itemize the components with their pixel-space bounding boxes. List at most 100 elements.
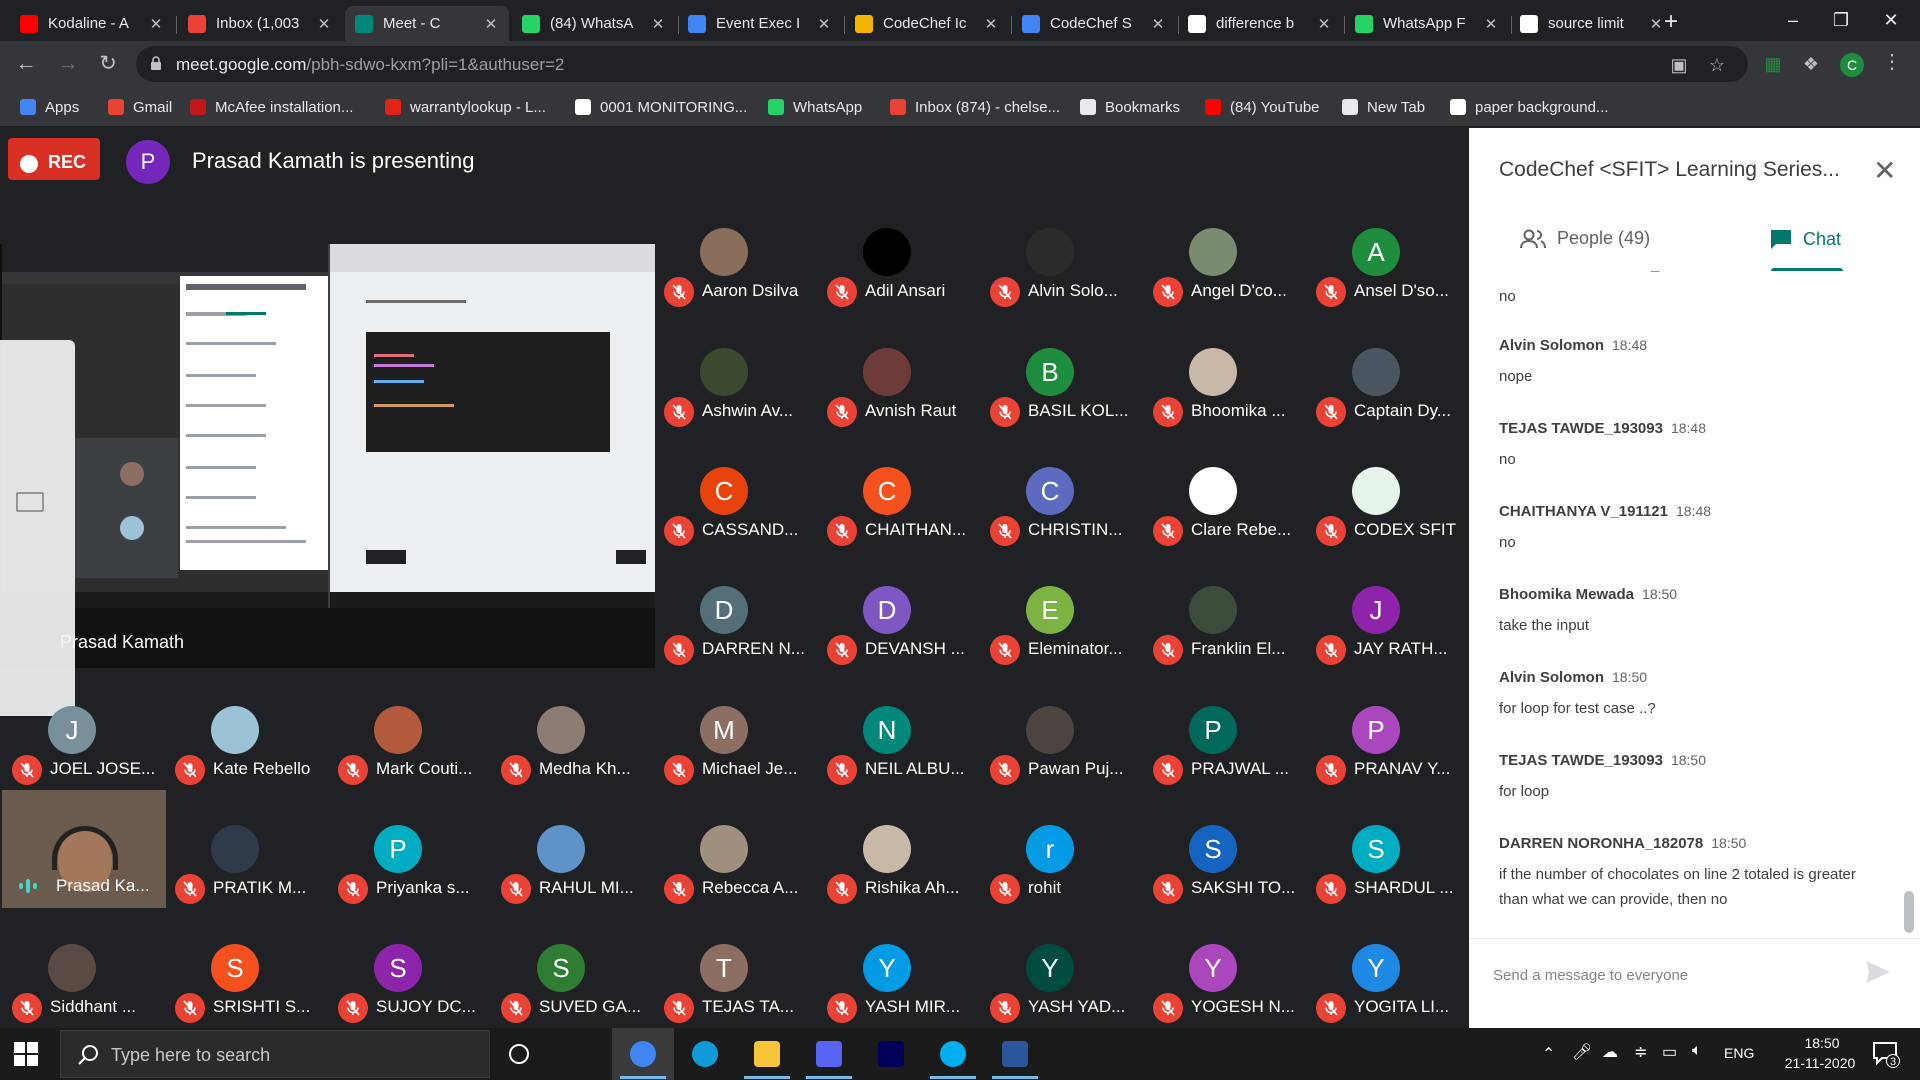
participant-tile[interactable]: Aaron Dsilva <box>652 220 812 332</box>
bookmark-item[interactable]: Apps <box>20 94 79 120</box>
participant-tile[interactable]: Bhoomika ... <box>1141 340 1301 452</box>
participant-tile[interactable]: Adil Ansari <box>815 220 975 332</box>
bookmark-item[interactable]: WhatsApp <box>768 94 862 120</box>
participant-tile[interactable]: Rishika Ah... <box>815 817 975 929</box>
participant-tile[interactable]: Franklin El... <box>1141 578 1301 690</box>
profile-avatar[interactable]: C <box>1840 53 1864 77</box>
participant-tile[interactable]: N NEIL ALBU... <box>815 698 975 810</box>
tab-close-icon[interactable]: ✕ <box>1316 15 1332 33</box>
present-screen-icon[interactable] <box>16 492 44 512</box>
bookmark-item[interactable]: warrantylookup - L... <box>385 94 546 120</box>
windows-start-icon[interactable] <box>14 1042 38 1066</box>
browser-tab[interactable]: Event Exec I ✕ <box>678 6 842 41</box>
browser-tab[interactable]: CodeChef Ic ✕ <box>845 6 1009 41</box>
participant-tile[interactable]: E Eleminator... <box>978 578 1138 690</box>
chat-message-input[interactable] <box>1493 963 1833 987</box>
participant-tile[interactable]: D DARREN N... <box>652 578 812 690</box>
participant-tile[interactable]: M Michael Je... <box>652 698 812 810</box>
bookmark-star-icon[interactable]: ☆ <box>1706 54 1728 76</box>
participant-tile[interactable]: Pawan Puj... <box>978 698 1138 810</box>
wifi-icon[interactable]: ≑ <box>1634 1042 1647 1062</box>
participant-tile[interactable]: P PRANAV Y... <box>1304 698 1464 810</box>
participant-tile[interactable]: Kate Rebello <box>163 698 323 810</box>
tab-close-icon[interactable]: ✕ <box>983 15 999 33</box>
microphone-icon[interactable]: 🎤︎ <box>1572 1042 1592 1062</box>
taskbar-app-edge[interactable] <box>674 1028 736 1080</box>
taskbar-app-discord[interactable] <box>798 1028 860 1080</box>
address-bar[interactable]: meet.google.com/pbh-sdwo-kxm?pli=1&authu… <box>136 46 1748 82</box>
bookmark-item[interactable]: Bookmarks <box>1080 94 1180 120</box>
bookmark-item[interactable]: paper background... <box>1450 94 1608 120</box>
participant-tile[interactable]: D DEVANSH ... <box>815 578 975 690</box>
participant-tile[interactable]: Ashwin Av... <box>652 340 812 452</box>
browser-tab[interactable]: difference b ✕ <box>1178 6 1342 41</box>
back-button[interactable]: ← <box>10 48 42 80</box>
participant-tile[interactable]: Mark Couti... <box>326 698 486 810</box>
participant-tile[interactable]: r rohit <box>978 817 1138 929</box>
tab-close-icon[interactable]: ✕ <box>650 15 666 33</box>
bookmark-item[interactable]: Gmail <box>108 94 172 120</box>
language-indicator[interactable]: ENG <box>1724 1045 1754 1061</box>
bookmark-item[interactable]: McAfee installation... <box>190 94 353 120</box>
participant-tile[interactable]: PRATIK M... <box>163 817 323 929</box>
tab-close-icon[interactable]: ✕ <box>148 15 164 33</box>
notification-center-icon[interactable]: 3 <box>1872 1040 1900 1068</box>
new-tab-button[interactable]: + <box>1657 8 1685 36</box>
show-hidden-icons-icon[interactable]: ⌃ <box>1542 1044 1555 1064</box>
chat-message-list[interactable]: CHRISTINA PEREIRA_182084 18:48 no Alvin Sol… <box>1469 271 1920 923</box>
bookmark-item[interactable]: 0001 MONITORING... <box>575 94 747 120</box>
participant-tile[interactable]: Alvin Solo... <box>978 220 1138 332</box>
participant-tile[interactable]: C CHRISTIN... <box>978 459 1138 571</box>
browser-tab[interactable]: (84) WhatsA ✕ <box>512 6 676 41</box>
participant-tile[interactable]: J JAY RATH... <box>1304 578 1464 690</box>
send-icon[interactable] <box>1864 959 1892 985</box>
chat-scrollbar[interactable] <box>1904 891 1914 933</box>
taskbar-app-chrome[interactable] <box>612 1028 674 1080</box>
taskbar-app-task-view[interactable] <box>488 1028 550 1080</box>
browser-tab[interactable]: source limit ✕ <box>1510 6 1674 41</box>
participant-tile[interactable]: S SHARDUL ... <box>1304 817 1464 929</box>
bookmark-item[interactable]: Inbox (874) - chelse... <box>890 94 1060 120</box>
browser-menu-icon[interactable]: ⋮ <box>1882 49 1902 74</box>
taskbar-app-premiere-pro[interactable] <box>860 1028 922 1080</box>
tab-close-icon[interactable]: ✕ <box>316 15 332 33</box>
browser-tab[interactable]: Kodaline - A ✕ <box>10 6 174 41</box>
self-video-tile[interactable]: Prasad Ka... <box>2 790 166 908</box>
browser-tab[interactable]: Meet - C ✕ <box>345 6 509 41</box>
presentation-tile[interactable]: Prasad Kamath <box>0 244 655 668</box>
bookmark-item[interactable]: New Tab <box>1342 94 1425 120</box>
participant-tile[interactable]: Rebecca A... <box>652 817 812 929</box>
browser-tab[interactable]: CodeChef S ✕ <box>1012 6 1176 41</box>
participant-tile[interactable]: CODEX SFIT <box>1304 459 1464 571</box>
taskbar-app-file-explorer[interactable] <box>736 1028 798 1080</box>
participant-tile[interactable]: C CHAITHAN... <box>815 459 975 571</box>
tab-people[interactable]: People (49) <box>1519 228 1650 249</box>
participant-tile[interactable]: Clare Rebe... <box>1141 459 1301 571</box>
participant-tile[interactable]: P Priyanka s... <box>326 817 486 929</box>
participant-tile[interactable]: Captain Dy... <box>1304 340 1464 452</box>
onedrive-icon[interactable]: ☁ <box>1602 1042 1618 1062</box>
participant-tile[interactable]: Avnish Raut <box>815 340 975 452</box>
participant-tile[interactable]: C CASSAND... <box>652 459 812 571</box>
reload-button[interactable]: ↻ <box>92 48 124 80</box>
taskbar-search[interactable]: Type here to search <box>60 1030 490 1078</box>
taskbar-app-skype[interactable] <box>922 1028 984 1080</box>
minimize-button[interactable]: – <box>1770 0 1816 40</box>
presenting-overlay-panel[interactable] <box>0 340 75 716</box>
participant-tile[interactable]: S SAKSHI TO... <box>1141 817 1301 929</box>
forward-button[interactable]: → <box>52 48 84 80</box>
clock-time[interactable]: 18:50 <box>1782 1035 1862 1051</box>
clock-date[interactable]: 21-11-2020 <box>1770 1055 1870 1071</box>
extension-grid-icon[interactable]: ▦ <box>1762 53 1784 75</box>
tab-close-icon[interactable]: ✕ <box>483 15 499 33</box>
camera-icon[interactable]: ▣ <box>1668 54 1690 76</box>
battery-icon[interactable]: ▭ <box>1662 1042 1677 1062</box>
tab-close-icon[interactable]: ✕ <box>1150 15 1166 33</box>
tab-close-icon[interactable]: ✕ <box>1483 15 1499 33</box>
participant-tile[interactable]: B BASIL KOL... <box>978 340 1138 452</box>
participant-tile[interactable]: P PRAJWAL ... <box>1141 698 1301 810</box>
tab-close-icon[interactable]: ✕ <box>816 15 832 33</box>
participant-tile[interactable]: RAHUL MI... <box>489 817 649 929</box>
volume-icon[interactable]: 🔈︎ <box>1692 1042 1702 1060</box>
participant-tile[interactable]: A Ansel D'so... <box>1304 220 1464 332</box>
